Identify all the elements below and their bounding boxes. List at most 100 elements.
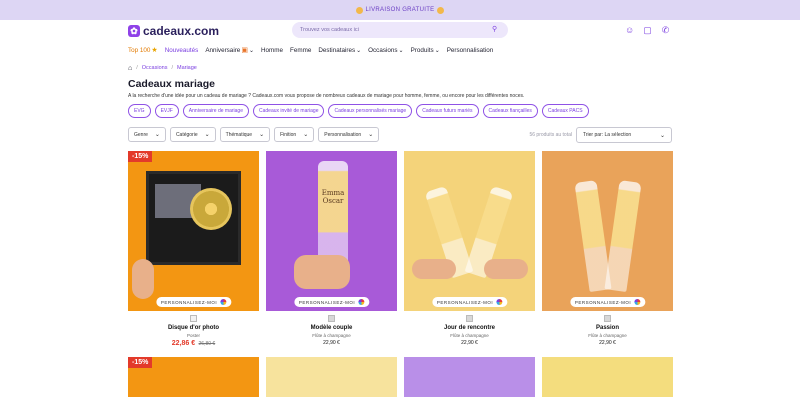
product-image[interactable] [266, 357, 397, 397]
product-image[interactable]: -15% PERSONNALISEZ-MOI [128, 151, 259, 311]
product-card[interactable]: -15% PERSONNALISEZ-MOI Disque d'or photo… [128, 151, 259, 347]
cart-icon[interactable]: ▢ [643, 25, 652, 35]
account-icon[interactable]: ☺ [625, 25, 634, 35]
product-name[interactable]: Passion [542, 325, 673, 331]
gold-disc [190, 188, 232, 230]
search-icon[interactable]: ⚲ [492, 26, 500, 34]
color-swatch[interactable] [328, 315, 335, 322]
product-card[interactable]: Emma Oscar PERSONNALISEZ-MOI Modèle coup… [266, 151, 397, 347]
product-image[interactable]: PERSONNALISEZ-MOI [404, 151, 535, 311]
nav-item-anniversaire[interactable]: Anniversaire ▣ ⌄ [205, 46, 254, 55]
color-swatch[interactable] [466, 315, 473, 322]
product-type: Flûte à champagne [450, 333, 489, 338]
search-bar: ⚲ [292, 22, 508, 38]
filter-label: Personnalisation [324, 131, 362, 138]
page-subtitle: A la recherche d'une idée pour un cadeau… [128, 93, 525, 99]
product-image[interactable]: Emma Oscar PERSONNALISEZ-MOI [266, 151, 397, 311]
product-grid-row-2: -15% [0, 357, 800, 397]
product-name[interactable]: Modèle couple [266, 325, 397, 331]
product-price: 22,90 € [461, 340, 478, 346]
breadcrumb-item[interactable]: Occasions [142, 65, 168, 71]
nav-item-top100[interactable]: Top 100 ★ [128, 46, 158, 55]
personalize-button[interactable]: PERSONNALISEZ-MOI [569, 297, 646, 307]
personalize-button[interactable]: PERSONNALISEZ-MOI [431, 297, 508, 307]
palette-icon [220, 299, 227, 305]
product-price: 22,90 € [323, 340, 340, 346]
chevron-down-icon: ⌄ [259, 132, 265, 138]
product-name[interactable]: Disque d'or photo [128, 325, 259, 331]
breadcrumb: ⌂ / Occasions / Mariage [0, 61, 800, 75]
nav-label: Femme [290, 46, 312, 54]
product-card[interactable]: PERSONNALISEZ-MOI Passion Flûte à champa… [542, 151, 673, 347]
filter-label: Finition [280, 131, 297, 138]
nav-label: Occasions [368, 46, 398, 54]
chevron-down-icon: ⌄ [303, 132, 309, 138]
nav-label: Anniversaire [205, 46, 241, 54]
nav-item-produits[interactable]: Produits ⌄ [411, 47, 440, 54]
tag-list: EVG EVJF Anniversaire de mariage Cadeaux… [0, 104, 800, 118]
product-name[interactable]: Jour de rencontre [404, 325, 535, 331]
tag-pill[interactable]: EVG [128, 104, 151, 118]
palette-icon [358, 299, 365, 305]
personalize-label: PERSONNALISEZ-MOI [160, 299, 218, 305]
personalize-button[interactable]: PERSONNALISEZ-MOI [293, 297, 370, 307]
hand [294, 255, 350, 289]
sort-select[interactable]: Trier par: La sélection ⌄ [576, 127, 672, 143]
glass-engraving: Emma Oscar [321, 189, 345, 205]
tag-pill[interactable]: Cadeaux personnalisés mariage [328, 104, 413, 118]
product-image[interactable] [404, 357, 535, 397]
logo[interactable]: ✿ cadeaux.com [128, 24, 219, 38]
tag-pill[interactable]: Cadeaux PACS [541, 104, 589, 118]
breadcrumb-item[interactable]: Mariage [177, 65, 197, 71]
home-icon[interactable]: ⌂ [128, 65, 132, 72]
filter-genre[interactable]: Genre ⌄ [128, 127, 166, 142]
personalize-label: PERSONNALISEZ-MOI [436, 299, 494, 305]
nav-label: Homme [260, 46, 284, 54]
product-image[interactable]: PERSONNALISEZ-MOI [542, 151, 673, 311]
chevron-down-icon: ⌄ [204, 132, 210, 138]
filter-personnalisation[interactable]: Personnalisation ⌄ [318, 127, 380, 142]
tag-pill[interactable]: Cadeaux invité de mariage [253, 104, 325, 118]
page-title: Cadeaux mariage [128, 78, 215, 90]
phone-icon[interactable]: ✆ [661, 25, 670, 35]
tag-pill[interactable]: EVJF [154, 104, 179, 118]
personalize-button[interactable]: PERSONNALISEZ-MOI [155, 297, 232, 307]
nav-item-occasions[interactable]: Occasions ⌄ [368, 47, 403, 54]
poster-frame [146, 171, 241, 265]
color-swatch[interactable] [604, 315, 611, 322]
tag-pill[interactable]: Anniversaire de mariage [182, 104, 249, 118]
nav-item-destinataires[interactable]: Destinataires ⌄ [318, 47, 361, 54]
logo-icon: ✿ [128, 25, 140, 37]
chevron-down-icon: ⌄ [398, 47, 404, 54]
product-image[interactable] [542, 357, 673, 397]
filter-finition[interactable]: Finition ⌄ [274, 127, 315, 142]
search-input[interactable] [300, 27, 492, 33]
filter-thematique[interactable]: Thématique ⌄ [219, 127, 271, 142]
product-count: 56 produits au total [529, 132, 572, 138]
tag-pill[interactable]: Cadeaux fiançailles [482, 104, 538, 118]
nav-label: Produits [410, 46, 434, 54]
sort-label: Trier par: La sélection [583, 132, 632, 138]
nav-item-personnalisation[interactable]: Personnalisation [447, 47, 494, 54]
product-card[interactable]: PERSONNALISEZ-MOI Jour de rencontre Flût… [404, 151, 535, 347]
nav-item-femme[interactable]: Femme [290, 47, 311, 54]
filter-label: Genre [134, 131, 148, 138]
promo-banner: LIVRAISON GRATUITE [0, 0, 800, 20]
palette-icon [634, 299, 641, 305]
personalize-label: PERSONNALISEZ-MOI [574, 299, 632, 305]
nav-label: Personnalisation [446, 46, 494, 54]
header-icons: ☺ ▢ ✆ [625, 25, 670, 35]
product-image[interactable]: -15% [128, 357, 259, 397]
color-swatch[interactable] [190, 315, 197, 322]
chevron-down-icon: ⌄ [154, 132, 160, 138]
chevron-down-icon: ⌄ [248, 47, 254, 54]
nav-label: Top 100 [128, 46, 151, 54]
nav-item-homme[interactable]: Homme [261, 47, 283, 54]
smile-icon [437, 6, 445, 14]
discount-badge: -15% [128, 151, 153, 162]
tag-pill[interactable]: Cadeaux futurs mariés [416, 104, 479, 118]
product-type: Poster [186, 333, 200, 338]
filter-categorie[interactable]: Catégorie ⌄ [169, 127, 216, 142]
product-grid: -15% PERSONNALISEZ-MOI Disque d'or photo… [0, 151, 800, 347]
nav-item-nouveautes[interactable]: Nouveautés [165, 47, 199, 54]
